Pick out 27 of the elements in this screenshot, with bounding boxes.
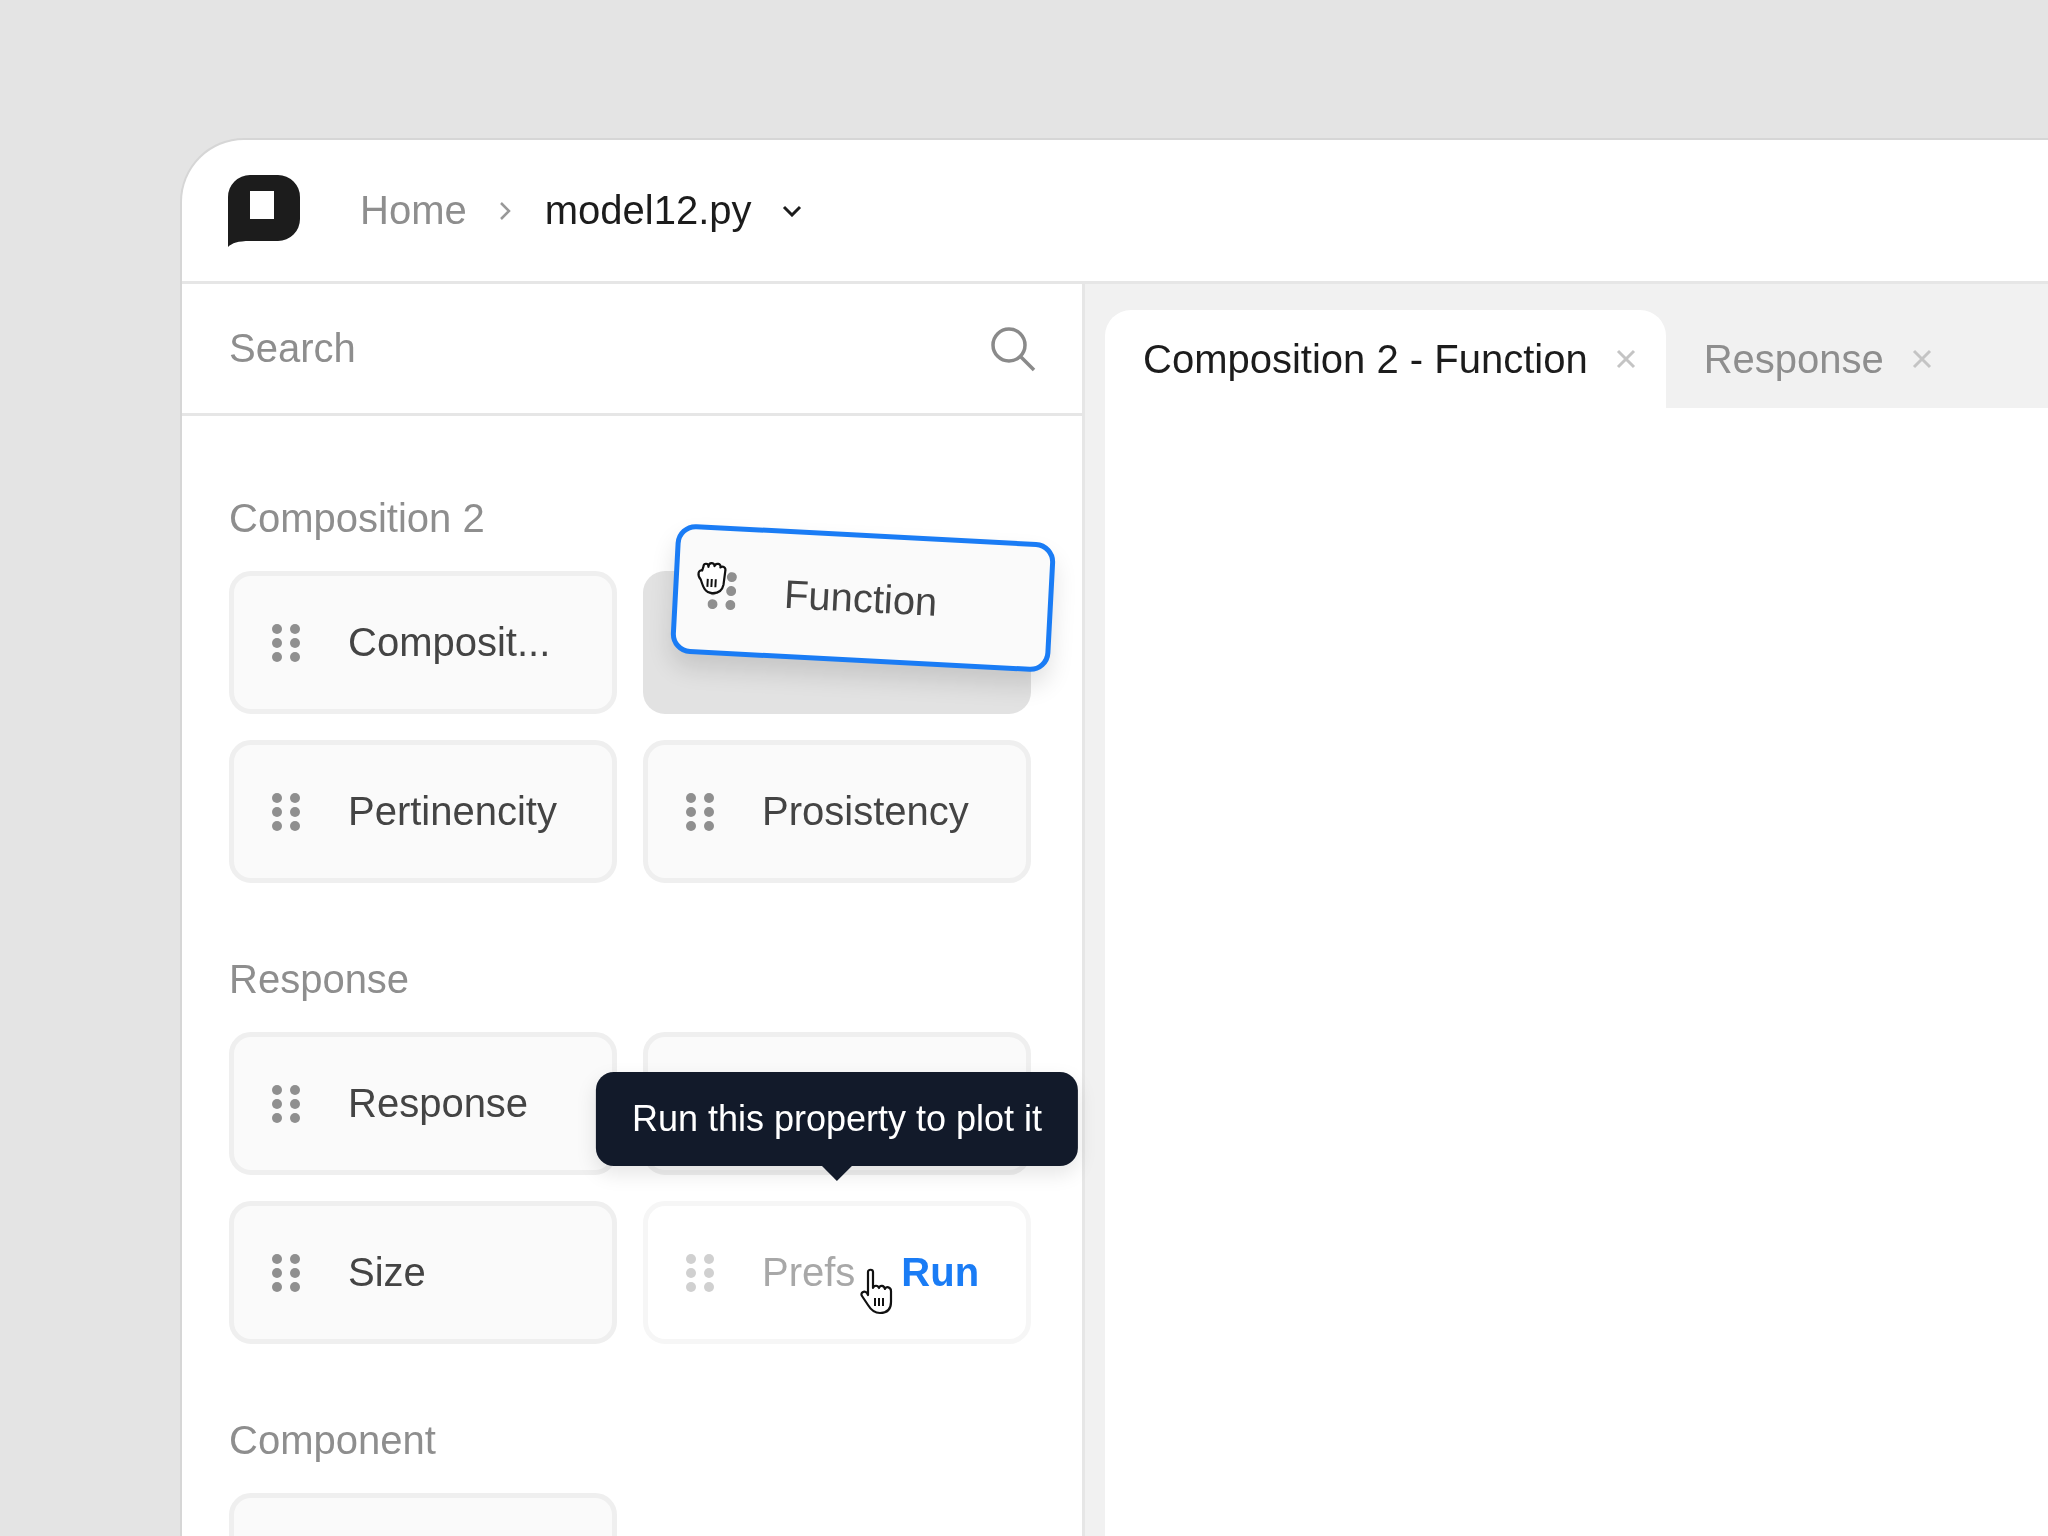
close-icon[interactable]	[1615, 349, 1636, 369]
section-title: Composition 2	[229, 496, 486, 541]
drag-handle-icon[interactable]	[272, 1084, 300, 1123]
section-title: Component	[229, 1418, 437, 1463]
tab[interactable]: Composition 2 - Function	[1105, 310, 1666, 408]
section-title: Response	[229, 957, 411, 1002]
property-card[interactable]: Size	[229, 1201, 617, 1344]
tooltip: Run this property to plot it	[595, 1072, 1079, 1166]
drag-handle-icon[interactable]	[272, 1253, 300, 1292]
tooltip-arrow	[821, 1165, 853, 1181]
close-icon[interactable]	[1911, 349, 1932, 369]
property-card[interactable]: Pertinencity	[229, 740, 617, 883]
property-card[interactable]: Response	[229, 1032, 617, 1175]
property-card[interactable]: Composit...	[229, 571, 617, 714]
chevron-right-icon	[498, 200, 511, 221]
search-field[interactable]: Search	[229, 326, 990, 371]
file-name: model12.py	[544, 188, 752, 233]
drag-handle-icon[interactable]	[686, 1253, 714, 1292]
drag-handle-icon[interactable]	[686, 792, 714, 831]
dragged-property-card[interactable]: Function	[669, 523, 1057, 673]
drag-handle-icon[interactable]	[272, 623, 300, 662]
drag-handle-icon[interactable]	[272, 792, 300, 831]
property-card[interactable]: Prosistency	[643, 740, 1031, 883]
search-icon[interactable]	[990, 325, 1036, 372]
logo-icon	[228, 174, 300, 247]
chevron-down-icon[interactable]	[781, 204, 802, 217]
property-label: Prefs	[762, 1250, 856, 1295]
